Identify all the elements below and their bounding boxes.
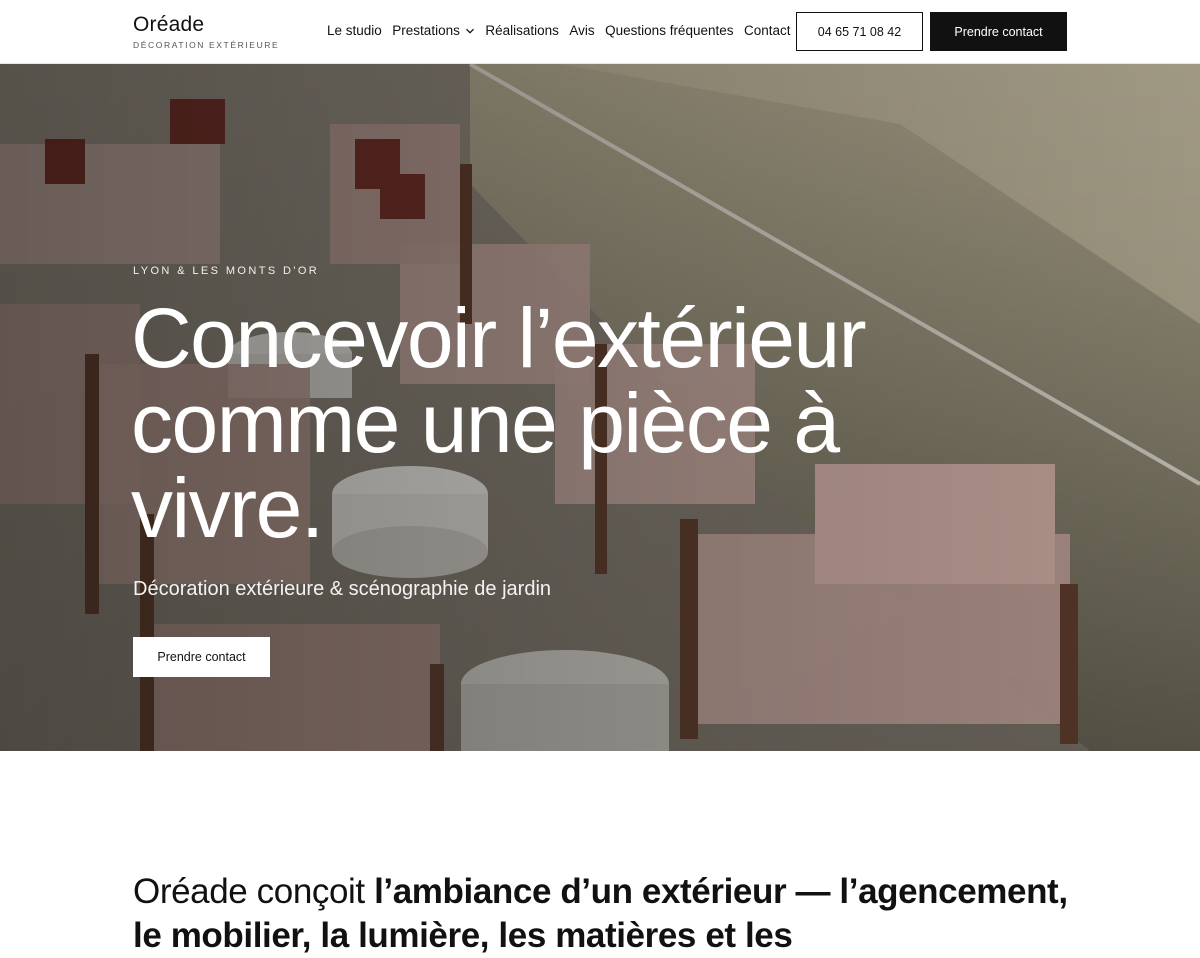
nav-item-label: Prestations [392, 23, 460, 38]
nav-item-realisations[interactable]: Réalisations [485, 23, 559, 38]
header-contact-button[interactable]: Prendre contact [930, 12, 1067, 51]
intro-lead: Oréade conçoit [133, 872, 375, 911]
site-header: Oréade DÉCORATION EXTÉRIEURE Le studio P… [0, 0, 1200, 64]
hero-subtitle: Décoration extérieure & scénographie de … [133, 578, 552, 600]
hero-section: LYON & LES MONTS D'OR Concevoir l’extéri… [0, 64, 1200, 751]
nav-item-le-studio[interactable]: Le studio [327, 23, 382, 38]
nav-item-prestations[interactable]: Prestations [392, 23, 475, 38]
brand-logo[interactable]: Oréade DÉCORATION EXTÉRIEURE [133, 13, 279, 50]
phone-button[interactable]: 04 65 71 08 42 [796, 12, 923, 51]
hero-eyebrow: LYON & LES MONTS D'OR [133, 265, 320, 277]
hero-title: Concevoir l’extérieur comme une pièce à … [131, 291, 867, 555]
main-nav: Le studio Prestations Réalisations Avis … [327, 23, 801, 38]
brand-name: Oréade [133, 13, 205, 36]
nav-item-avis[interactable]: Avis [569, 23, 594, 38]
chevron-down-icon [465, 26, 475, 36]
brand-tagline: DÉCORATION EXTÉRIEURE [133, 40, 280, 50]
nav-item-questions-frequentes[interactable]: Questions fréquentes [605, 23, 733, 38]
hero-contact-button[interactable]: Prendre contact [133, 637, 270, 677]
nav-item-contact[interactable]: Contact [744, 23, 791, 38]
intro-text: Oréade conçoit l’ambiance d’un extérieur… [133, 870, 1073, 958]
